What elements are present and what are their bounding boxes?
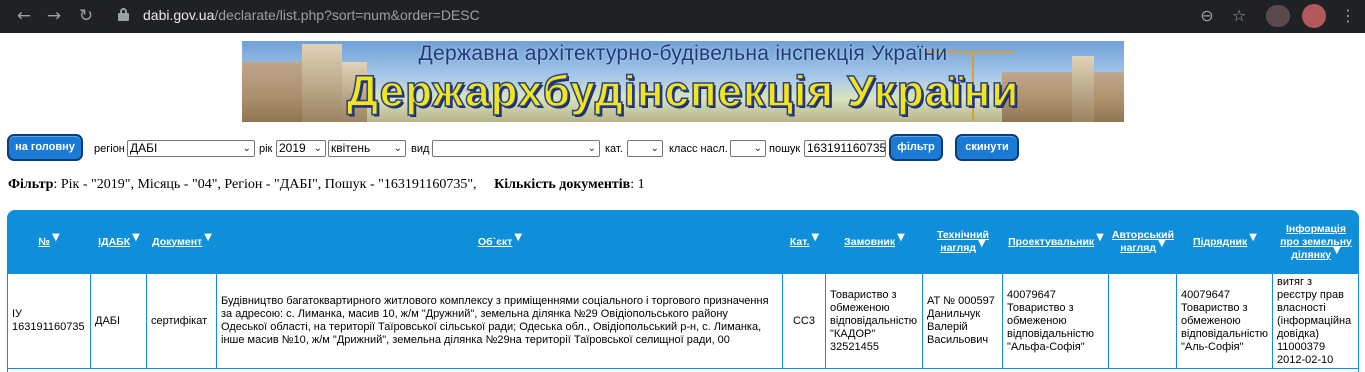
document-count-label: Кількість документів — [494, 177, 631, 192]
header-author-supervision[interactable]: Авторський нагляд ▼ — [1109, 210, 1177, 274]
banner-subtitle: Державна архітектурно-будівельна інспекц… — [418, 42, 948, 65]
sort-arrow-icon: ▼ — [1096, 231, 1104, 243]
cell-contractor: 40079647 Товариство з обмеженою відповід… — [1177, 274, 1273, 368]
browser-toolbar: ← → ↻ dabi.gov.ua/declarate/list.php?sor… — [0, 0, 1365, 33]
header-document[interactable]: Документ ▼ — [147, 210, 217, 274]
region-select[interactable]: ДАБІ ⌄ — [127, 140, 255, 157]
cell-num[interactable]: ІУ 163191160735 — [8, 274, 91, 368]
row-divider — [8, 368, 1358, 369]
home-button[interactable]: на головну — [7, 134, 83, 161]
search-label: пошук — [769, 143, 801, 155]
banner-title: Держархбудінспекція України — [346, 66, 1020, 117]
sort-arrow-icon: ▼ — [897, 231, 905, 243]
lock-icon[interactable] — [118, 8, 129, 21]
cell-idabk: ДАБІ — [91, 274, 147, 368]
sort-arrow-icon: ▼ — [1333, 244, 1341, 256]
filter-summary-label: Фільтр — [8, 177, 54, 192]
filter-summary-text: : Рік - "2019", Місяць - "04", Регіон - … — [53, 177, 477, 192]
sort-arrow-icon: ▼ — [204, 231, 212, 243]
header-designer[interactable]: Проектувальник ▼ — [1003, 210, 1109, 274]
header-idabk[interactable]: ІДАБК ▼ — [91, 210, 147, 274]
region-label: регіон — [94, 143, 125, 155]
filter-summary: Фільтр: Рік - "2019", Місяць - "04", Рег… — [8, 177, 645, 193]
cell-land-info: витяг з реєстру прав власності (інформац… — [1277, 275, 1352, 366]
month-select[interactable]: квітень ⌄ — [328, 140, 406, 157]
cell-document: сертифікат — [147, 274, 217, 368]
sort-arrow-icon: ▼ — [52, 231, 60, 243]
header-land-info[interactable]: Інформація про земельну ділянку ▼ — [1273, 210, 1359, 274]
header-num[interactable]: № ▼ — [7, 210, 91, 274]
sort-arrow-icon: ▼ — [1249, 231, 1257, 243]
cell-author-supervision — [1109, 274, 1177, 368]
header-object[interactable]: Об`єкт ▼ — [217, 210, 783, 274]
type-label: вид — [411, 143, 430, 155]
chevron-down-icon: ⌄ — [242, 143, 251, 154]
cell-customer: Товариство з обмеженою відповідальністю … — [826, 274, 923, 368]
reset-button[interactable]: скинути — [955, 134, 1019, 161]
year-select[interactable]: 2019 ⌄ — [276, 140, 326, 157]
chevron-down-icon: ⌄ — [753, 143, 762, 154]
cell-cat: СС3 — [783, 274, 826, 368]
url-text[interactable]: dabi.gov.ua/declarate/list.php?sort=num&… — [143, 7, 480, 23]
sort-arrow-icon: ▼ — [978, 238, 986, 249]
cat-select[interactable]: ⌄ — [627, 140, 663, 157]
cell-designer: 40079647 Товариство з обмеженою відповід… — [1003, 274, 1109, 368]
chevron-down-icon: ⌄ — [313, 143, 322, 154]
sort-arrow-icon: ▼ — [514, 231, 523, 243]
bookmark-star-icon[interactable]: ☆ — [1229, 6, 1249, 26]
type-select[interactable]: ⌄ — [432, 140, 600, 157]
class-label: класс насл. — [669, 143, 728, 155]
sort-arrow-icon: ▼ — [132, 231, 140, 243]
search-input[interactable]: 163191160735 — [804, 140, 886, 157]
extension-icon[interactable] — [1266, 5, 1290, 27]
filter-button[interactable]: фільтр — [889, 134, 943, 161]
cat-label: кат. — [605, 143, 623, 155]
sort-arrow-icon: ▼ — [1158, 238, 1166, 249]
header-tech-supervision[interactable]: Технічний нагляд ▼ — [923, 210, 1003, 274]
back-icon[interactable]: ← — [14, 6, 34, 26]
table-header: № ▼ ІДАБК ▼ Документ ▼ Об`єкт ▼ Кат. ▼ Замовн… — [7, 210, 1359, 274]
forward-icon[interactable]: → — [44, 6, 64, 26]
cell-tech-supervision: АТ № 000597 Данильчук Валерій Васильович — [923, 274, 1003, 368]
reload-icon[interactable]: ↻ — [76, 6, 96, 26]
profile-avatar[interactable] — [1302, 4, 1326, 28]
declarations-table: № ▼ ІДАБК ▼ Документ ▼ Об`єкт ▼ Кат. ▼ Замовн… — [7, 210, 1359, 372]
header-contractor[interactable]: Підрядник ▼ — [1177, 210, 1273, 274]
header-customer[interactable]: Замовник ▼ — [826, 210, 923, 274]
chevron-down-icon: ⌄ — [393, 143, 402, 154]
zoom-icon[interactable]: ⊖ — [1197, 6, 1217, 26]
document-count-value: : 1 — [630, 177, 645, 192]
year-label: рік — [259, 143, 273, 155]
menu-icon[interactable]: ⋮ — [1340, 6, 1356, 26]
site-banner: Державна архітектурно-будівельна інспекц… — [242, 41, 1124, 122]
class-select[interactable]: ⌄ — [730, 140, 766, 157]
chevron-down-icon: ⌄ — [587, 143, 596, 154]
cell-object: Будівництво багатоквартирного житлового … — [217, 274, 783, 368]
header-cat[interactable]: Кат. ▼ — [783, 210, 826, 274]
table-row: ІУ 163191160735 ДАБІ сертифікат Будівницт… — [8, 274, 1358, 372]
sort-arrow-icon: ▼ — [811, 231, 820, 243]
chevron-down-icon: ⌄ — [650, 143, 659, 154]
